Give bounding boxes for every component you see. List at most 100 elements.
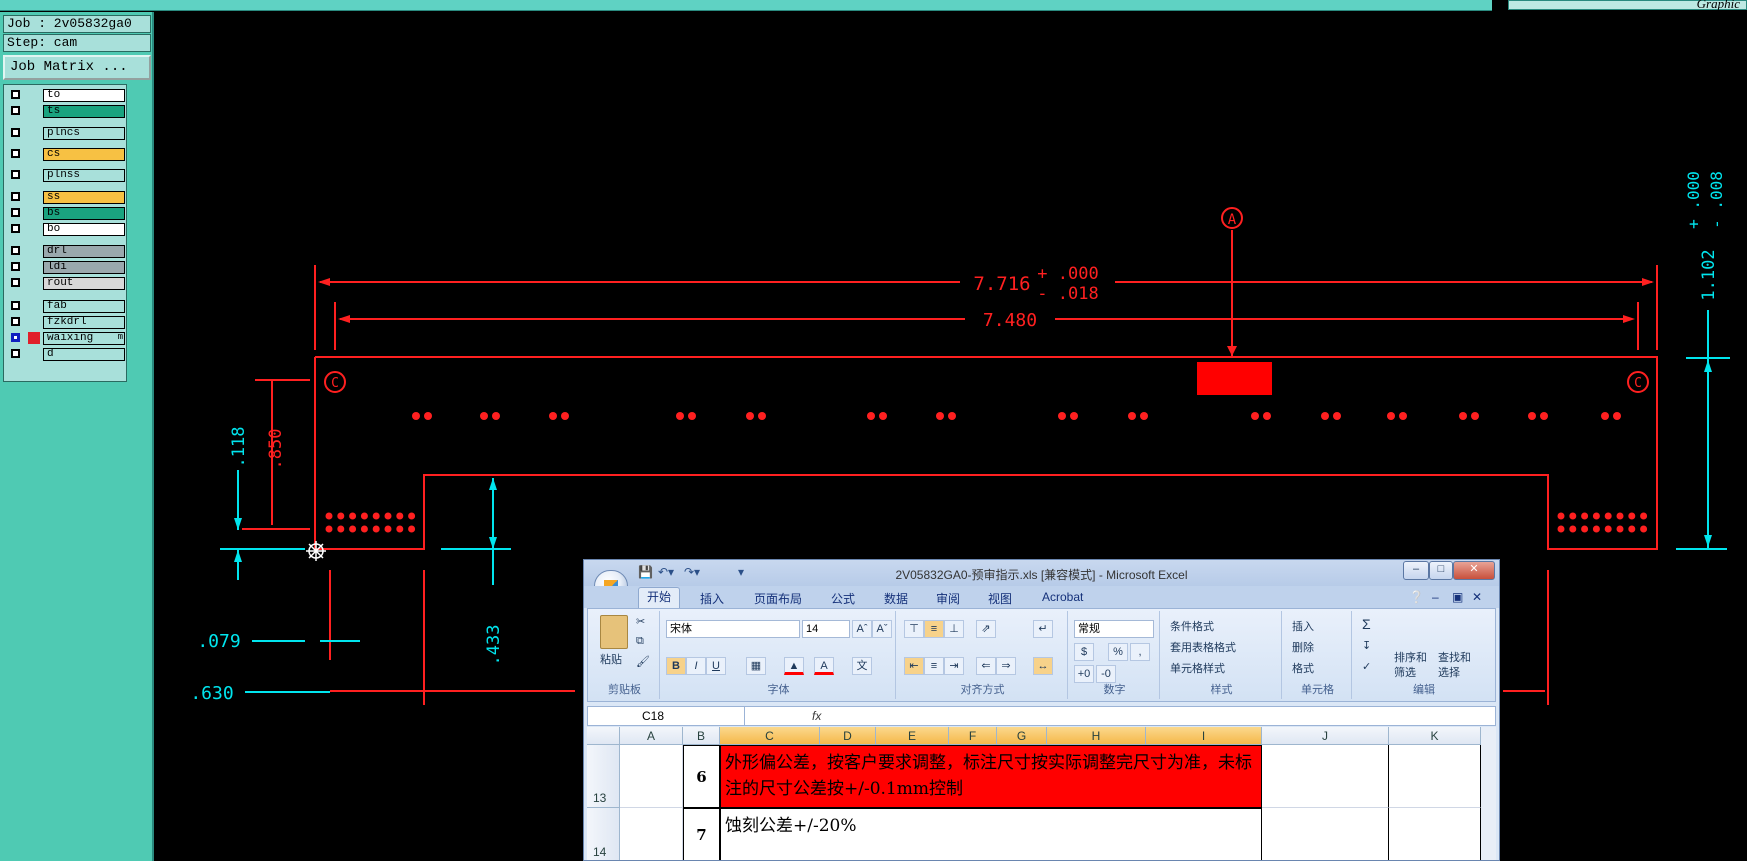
insert-cells-button[interactable]: 插入 bbox=[1292, 618, 1314, 634]
font-size-select[interactable]: 14 bbox=[802, 620, 850, 638]
layer-checkbox[interactable] bbox=[11, 333, 20, 342]
font-color-icon[interactable]: A bbox=[814, 657, 834, 675]
decrease-indent-icon[interactable]: ⇐ bbox=[976, 657, 996, 675]
cell-k[interactable] bbox=[1389, 745, 1481, 808]
layer-row-plncs[interactable]: plncs bbox=[6, 127, 125, 141]
layer-checkbox[interactable] bbox=[11, 170, 20, 179]
cell-b[interactable]: 7 bbox=[683, 808, 720, 860]
fx-icon[interactable]: fx bbox=[812, 709, 821, 723]
layer-row-fab[interactable]: fab bbox=[6, 300, 125, 314]
align-center-icon[interactable]: ≡ bbox=[924, 657, 944, 675]
column-header-a[interactable]: A bbox=[620, 727, 683, 745]
format-cells-button[interactable]: 格式 bbox=[1292, 660, 1314, 676]
align-right-icon[interactable]: ⇥ bbox=[944, 657, 964, 675]
column-header-b[interactable]: B bbox=[683, 727, 720, 745]
format-as-table-button[interactable]: 套用表格格式 bbox=[1170, 639, 1236, 655]
merged-cell-c-i[interactable]: 蚀刻公差+/-20% bbox=[720, 808, 1262, 860]
column-header-g[interactable]: G bbox=[997, 727, 1047, 745]
help-icon[interactable]: ❔ bbox=[1409, 590, 1424, 604]
spreadsheet-grid[interactable]: A B C D E F G H I J K 13 6 外形偏公差，按客户要求调整，标注尺寸按实际调整完尺寸… bbox=[587, 727, 1496, 860]
tab-acrobat[interactable]: Acrobat bbox=[1042, 590, 1083, 604]
cell-a[interactable] bbox=[620, 745, 683, 808]
layer-row-plnss[interactable]: plnss bbox=[6, 169, 125, 183]
column-header-e[interactable]: E bbox=[876, 727, 949, 745]
paste-icon[interactable] bbox=[600, 615, 628, 649]
column-header-h[interactable]: H bbox=[1047, 727, 1146, 745]
fill-color-icon[interactable]: ▲ bbox=[784, 657, 804, 675]
minimize-button[interactable]: – bbox=[1403, 561, 1429, 580]
column-header-i[interactable]: I bbox=[1146, 727, 1262, 745]
fill-icon[interactable]: ↧ bbox=[1362, 639, 1371, 652]
layer-row-cs[interactable]: cs bbox=[6, 148, 125, 162]
align-middle-icon[interactable]: ≡ bbox=[924, 620, 944, 638]
tab-page-layout[interactable]: 页面布局 bbox=[754, 590, 802, 607]
grow-font-icon[interactable]: Aˆ bbox=[852, 620, 872, 638]
align-top-icon[interactable]: ⊤ bbox=[904, 620, 924, 638]
tab-formulas[interactable]: 公式 bbox=[831, 590, 855, 607]
delete-cells-button[interactable]: 删除 bbox=[1292, 639, 1314, 655]
wrap-text-icon[interactable]: ↵ bbox=[1033, 620, 1053, 638]
layer-checkbox[interactable] bbox=[11, 262, 20, 271]
tab-insert[interactable]: 插入 bbox=[700, 590, 724, 607]
ribbon-restore-icon[interactable]: ▣ bbox=[1452, 590, 1463, 604]
layer-checkbox[interactable] bbox=[11, 278, 20, 287]
cell-j[interactable] bbox=[1262, 808, 1389, 860]
layer-row-ldi[interactable]: ldi bbox=[6, 261, 125, 275]
align-bottom-icon[interactable]: ⊥ bbox=[944, 620, 964, 638]
cell-k[interactable] bbox=[1389, 808, 1481, 860]
layer-checkbox[interactable] bbox=[11, 192, 20, 201]
layer-row-ss[interactable]: ss bbox=[6, 191, 125, 205]
layer-checkbox[interactable] bbox=[11, 349, 20, 358]
merge-center-icon[interactable]: ↔ bbox=[1033, 657, 1053, 675]
layer-row-fzkdrl[interactable]: fzkdrl bbox=[6, 316, 125, 330]
layer-row-bs[interactable]: bs bbox=[6, 207, 125, 221]
underline-icon[interactable]: U bbox=[706, 657, 726, 675]
layer-row-rout[interactable]: rout bbox=[6, 277, 125, 291]
number-format-select[interactable]: 常规 bbox=[1074, 620, 1154, 638]
layer-checkbox[interactable] bbox=[11, 128, 20, 137]
row-header[interactable]: 14 bbox=[587, 808, 620, 860]
increase-indent-icon[interactable]: ⇒ bbox=[996, 657, 1016, 675]
excel-window[interactable]: 💾 ↶▾ ↷▾ ▾ 2V05832GA0-预审指示.xls [兼容模式] - M… bbox=[583, 559, 1500, 861]
column-header-j[interactable]: J bbox=[1262, 727, 1389, 745]
align-left-icon[interactable]: ⇤ bbox=[904, 657, 924, 675]
currency-icon[interactable]: $ bbox=[1074, 643, 1094, 661]
job-matrix-button[interactable]: Job Matrix ... bbox=[3, 55, 151, 80]
row-header[interactable]: 13 bbox=[587, 745, 620, 808]
excel-title-bar[interactable]: 💾 ↶▾ ↷▾ ▾ 2V05832GA0-预审指示.xls [兼容模式] - M… bbox=[584, 560, 1499, 604]
autosum-icon[interactable]: Σ bbox=[1362, 616, 1371, 632]
cut-icon[interactable]: ✂ bbox=[636, 615, 645, 628]
layer-checkbox[interactable] bbox=[11, 90, 20, 99]
percent-icon[interactable]: % bbox=[1108, 643, 1128, 661]
ribbon-minimize-icon[interactable]: – bbox=[1432, 590, 1439, 604]
ribbon-close-icon[interactable]: ✕ bbox=[1472, 590, 1482, 604]
clear-icon[interactable]: ✓ bbox=[1362, 660, 1371, 673]
close-button[interactable]: ✕ bbox=[1453, 561, 1495, 580]
column-header-c[interactable]: C bbox=[720, 727, 820, 745]
italic-icon[interactable]: I bbox=[686, 657, 706, 675]
cell-j[interactable] bbox=[1262, 745, 1389, 808]
layer-checkbox[interactable] bbox=[11, 317, 20, 326]
format-painter-icon[interactable]: 🖌 bbox=[636, 655, 650, 668]
layer-row-to[interactable]: to bbox=[6, 89, 125, 103]
select-all-corner[interactable] bbox=[587, 727, 620, 745]
tab-home[interactable]: 开始 bbox=[638, 587, 681, 608]
layer-checkbox[interactable] bbox=[11, 224, 20, 233]
formula-input[interactable] bbox=[828, 707, 1478, 725]
cell-styles-button[interactable]: 单元格样式 bbox=[1170, 660, 1225, 676]
column-header-f[interactable]: F bbox=[949, 727, 997, 745]
cell-a[interactable] bbox=[620, 808, 683, 860]
tab-view[interactable]: 视图 bbox=[988, 590, 1012, 607]
font-name-select[interactable]: 宋体 bbox=[666, 620, 800, 638]
comma-icon[interactable]: , bbox=[1130, 643, 1150, 661]
copy-icon[interactable]: ⧉ bbox=[636, 635, 644, 648]
column-header-d[interactable]: D bbox=[820, 727, 876, 745]
layer-checkbox[interactable] bbox=[11, 208, 20, 217]
find-select-button[interactable]: 查找和 选择 bbox=[1438, 651, 1471, 681]
phonetic-icon[interactable]: 文 bbox=[852, 657, 872, 675]
tab-data[interactable]: 数据 bbox=[884, 590, 908, 607]
restore-button[interactable]: □ bbox=[1429, 561, 1453, 580]
layer-checkbox[interactable] bbox=[11, 149, 20, 158]
sort-filter-button[interactable]: 排序和 筛选 bbox=[1394, 651, 1427, 681]
bold-icon[interactable]: B bbox=[666, 657, 686, 675]
